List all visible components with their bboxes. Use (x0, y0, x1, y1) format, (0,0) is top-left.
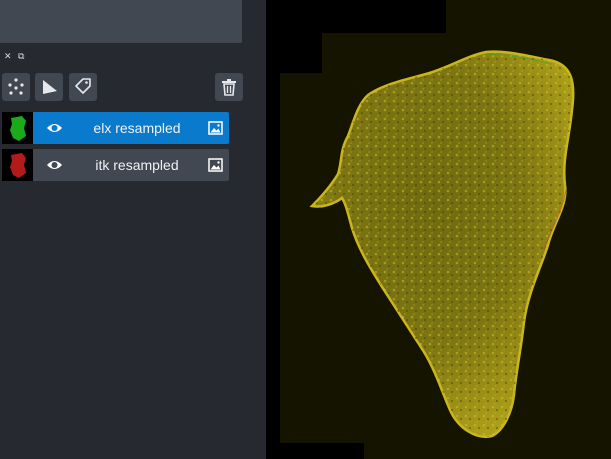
points-icon (8, 78, 24, 95)
trash-icon (222, 79, 236, 96)
layer-row-itk-resampled[interactable]: itk resampled (0, 149, 229, 181)
new-shapes-layer-button[interactable] (35, 73, 63, 101)
layer-name: itk resampled (95, 157, 179, 173)
layer-item[interactable]: elx resampled (33, 112, 229, 144)
layer-controls-panel (0, 0, 242, 43)
layer-thumbnail (2, 112, 33, 144)
float-panel-icon[interactable]: ⧉ (18, 53, 24, 62)
new-points-layer-button[interactable] (2, 73, 30, 101)
image-layer-icon (208, 158, 223, 172)
delete-layer-button[interactable] (215, 73, 243, 101)
layer-name: elx resampled (93, 120, 181, 136)
labels-icon (75, 78, 91, 94)
image-layer-icon (208, 121, 223, 135)
close-icon[interactable]: ✕ (4, 53, 12, 62)
visibility-eye-icon[interactable] (46, 120, 63, 136)
layer-item[interactable]: itk resampled (33, 149, 229, 181)
shapes-icon (43, 80, 57, 94)
image-canvas[interactable] (266, 0, 611, 459)
layer-thumbnail (2, 149, 33, 181)
new-labels-layer-button[interactable] (69, 73, 97, 101)
layer-list-sidebar: ✕ ⧉ elx resampled itk resampled (0, 0, 266, 459)
layer-row-elx-resampled[interactable]: elx resampled (0, 112, 229, 144)
visibility-eye-icon[interactable] (46, 157, 63, 173)
